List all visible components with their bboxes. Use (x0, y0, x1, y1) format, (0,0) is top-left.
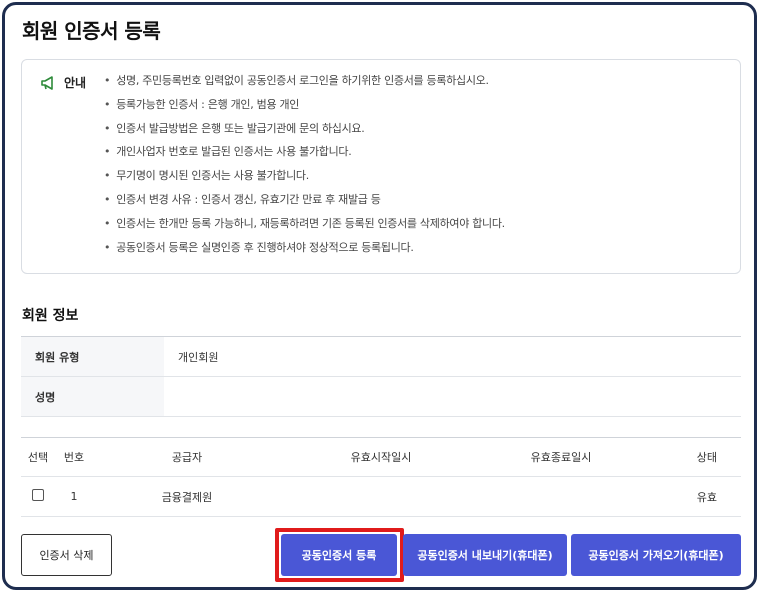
page-title: 회원 인증서 등록 (22, 19, 161, 43)
cell-number: 1 (70, 490, 78, 503)
notice-label: 안내 (64, 76, 87, 90)
member-type-label: 회원 유형 (21, 337, 164, 376)
info-row-name: 성명 (21, 377, 741, 417)
notice-item: 개인사업자 번호로 발급된 인증서는 사용 불가합니다. (104, 144, 505, 168)
col-select: 선택 (27, 451, 49, 464)
notice-item: 인증서 변경 사유 : 인증서 갱신, 유효기간 만료 후 재발급 등 (104, 192, 505, 216)
col-status: 상태 (696, 451, 717, 464)
megaphone-icon (41, 75, 53, 90)
member-section-title: 회원 정보 (22, 308, 79, 324)
export-certificate-button[interactable]: 공동인증서 내보내기(휴대폰) (403, 534, 567, 576)
table-header: 선택 번호 공급자 유효시작일시 유효종료일시 상태 (21, 438, 741, 477)
col-valid-end: 유효종료일시 (530, 451, 592, 464)
row-select-checkbox[interactable] (32, 489, 44, 501)
notice-item: 무기명이 명시된 인증서는 사용 불가합니다. (104, 168, 505, 192)
import-certificate-button[interactable]: 공동인증서 가져오기(휴대폰) (571, 534, 741, 576)
cell-supplier: 금융결제원 (161, 490, 213, 504)
col-valid-start: 유효시작일시 (350, 451, 412, 464)
member-info-table: 회원 유형 개인회원 성명 (21, 336, 741, 417)
notice-item: 인증서 발급방법은 은행 또는 발급기관에 문의 하십시요. (104, 121, 505, 145)
certificate-table: 선택 번호 공급자 유효시작일시 유효종료일시 상태 1 금융결제원 유효 (21, 437, 741, 517)
table-row: 1 금융결제원 유효 (21, 477, 741, 517)
notice-list: 성명, 주민등록번호 입력없이 공동인증서 로그인을 하기위한 인증서를 등록하… (104, 73, 505, 263)
window-frame: 회원 인증서 등록 안내 성명, 주민등록번호 입력없이 공동인증서 로그인을 … (2, 2, 757, 590)
col-supplier: 공급자 (171, 451, 203, 464)
cell-status: 유효 (696, 490, 717, 504)
notice-box: 안내 성명, 주민등록번호 입력없이 공동인증서 로그인을 하기위한 인증서를 … (21, 59, 741, 274)
delete-certificate-button[interactable]: 인증서 삭제 (21, 534, 112, 576)
col-number: 번호 (63, 451, 85, 464)
notice-header: 안내 (40, 74, 86, 91)
name-value (164, 377, 741, 416)
member-type-value: 개인회원 (178, 350, 219, 364)
info-row-member-type: 회원 유형 개인회원 (21, 337, 741, 377)
notice-item: 성명, 주민등록번호 입력없이 공동인증서 로그인을 하기위한 인증서를 등록하… (104, 73, 505, 97)
notice-item: 등록가능한 인증서 : 은행 개인, 범용 개인 (104, 97, 505, 121)
notice-item: 공동인증서 등록은 실명인증 후 진행하셔야 정상적으로 등록됩니다. (104, 240, 505, 264)
register-certificate-button[interactable]: 공동인증서 등록 (281, 534, 397, 576)
notice-item: 인증서는 한개만 등록 가능하니, 재등록하려면 기존 등록된 인증서를 삭제하… (104, 216, 505, 240)
name-label: 성명 (21, 377, 164, 416)
